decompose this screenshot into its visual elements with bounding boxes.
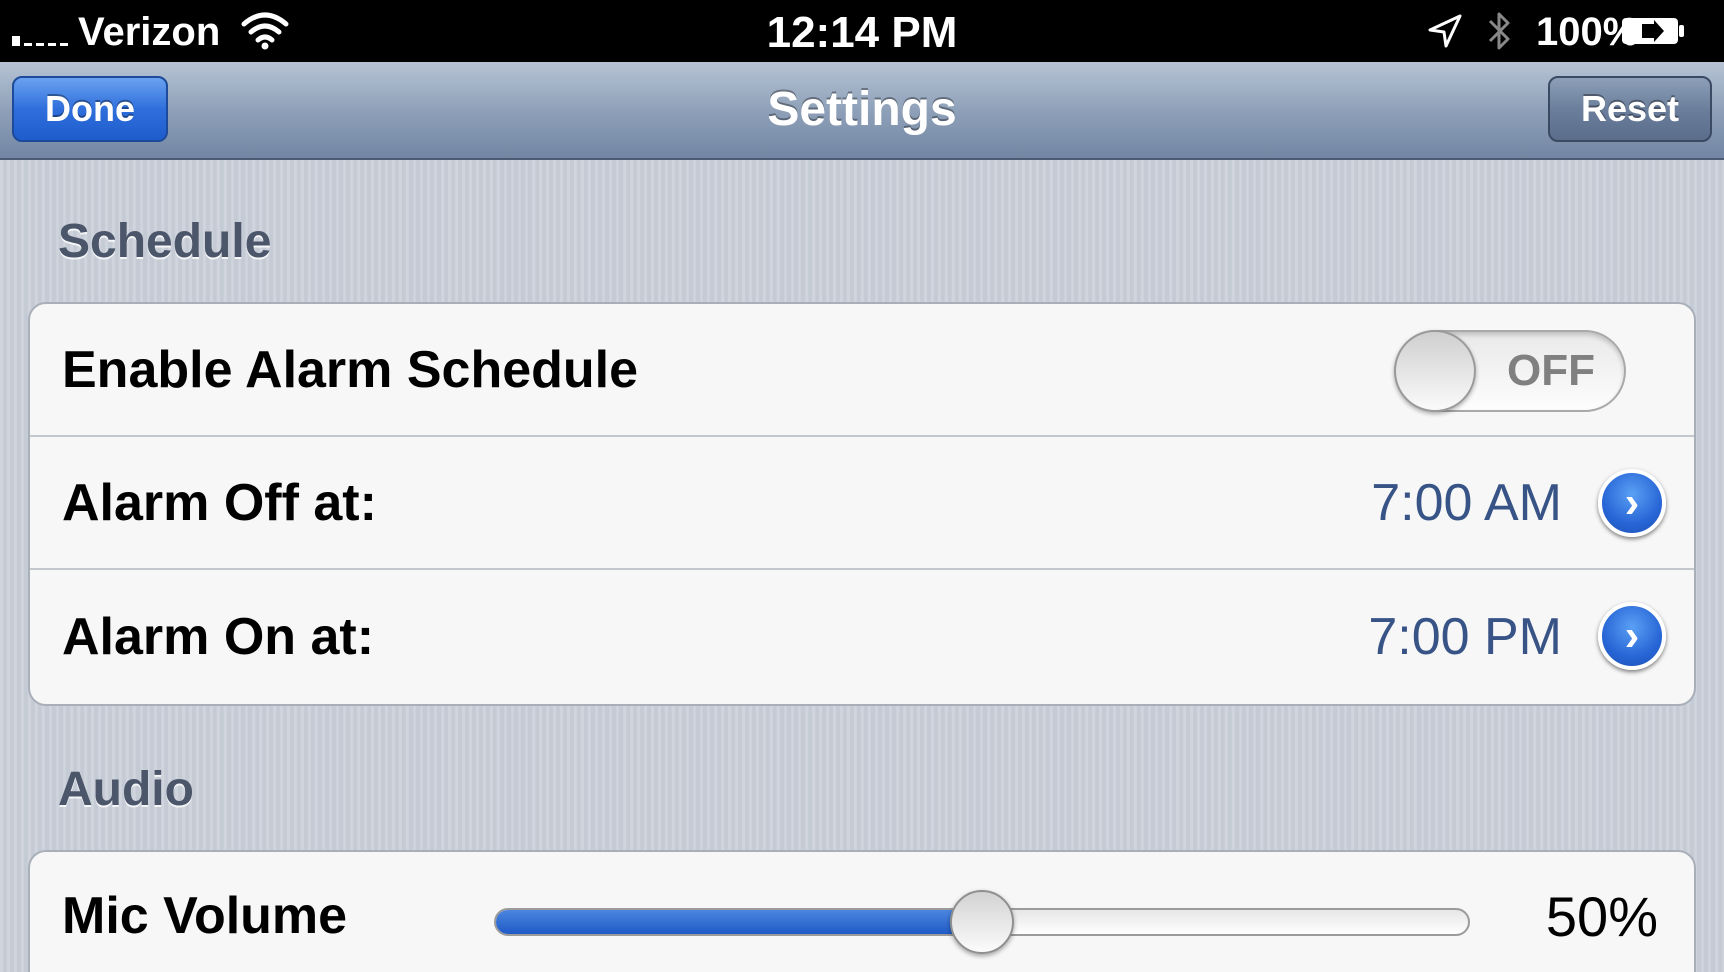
mic-volume-value: 50% <box>1545 884 1658 948</box>
mic-volume-row: Mic Volume 50% <box>30 852 1694 972</box>
chevron-right-icon[interactable]: › <box>1598 602 1666 670</box>
page-title: Settings <box>767 83 957 136</box>
enable-alarm-schedule-label: Enable Alarm Schedule <box>62 340 639 399</box>
alarm-on-row[interactable]: Alarm On at: 7:00 PM › <box>30 570 1694 703</box>
status-time: 12:14 PM <box>766 8 958 57</box>
chevron-right-icon[interactable]: › <box>1598 469 1666 537</box>
schedule-group: Enable Alarm Schedule OFF Alarm Off at: … <box>28 302 1696 706</box>
slider-fill <box>496 910 982 934</box>
alarm-on-value: 7:00 PM <box>1368 607 1562 666</box>
toggle-knob[interactable] <box>1394 330 1476 412</box>
enable-alarm-schedule-toggle[interactable]: OFF <box>1394 330 1626 412</box>
alarm-off-value: 7:00 AM <box>1371 473 1562 532</box>
audio-group: Mic Volume 50% <box>28 850 1696 972</box>
status-bar: Verizon 12:14 PM 100% <box>0 0 1724 62</box>
navigation-bar: Done Settings Reset <box>0 62 1724 160</box>
slider-thumb[interactable] <box>950 890 1014 954</box>
mic-volume-label: Mic Volume <box>62 887 348 945</box>
section-header-schedule: Schedule <box>58 215 272 268</box>
enable-alarm-schedule-row: Enable Alarm Schedule OFF <box>30 304 1694 437</box>
reset-button[interactable]: Reset <box>1548 76 1712 142</box>
section-header-audio: Audio <box>58 763 194 816</box>
bluetooth-icon <box>1488 12 1510 50</box>
location-arrow-icon <box>1428 14 1462 48</box>
alarm-off-row[interactable]: Alarm Off at: 7:00 AM › <box>30 437 1694 570</box>
battery-charging-icon <box>1622 18 1684 44</box>
alarm-off-label: Alarm Off at: <box>62 473 377 532</box>
mic-volume-slider[interactable] <box>494 852 1470 972</box>
alarm-on-label: Alarm On at: <box>62 607 375 666</box>
toggle-state-label: OFF <box>1507 346 1595 395</box>
